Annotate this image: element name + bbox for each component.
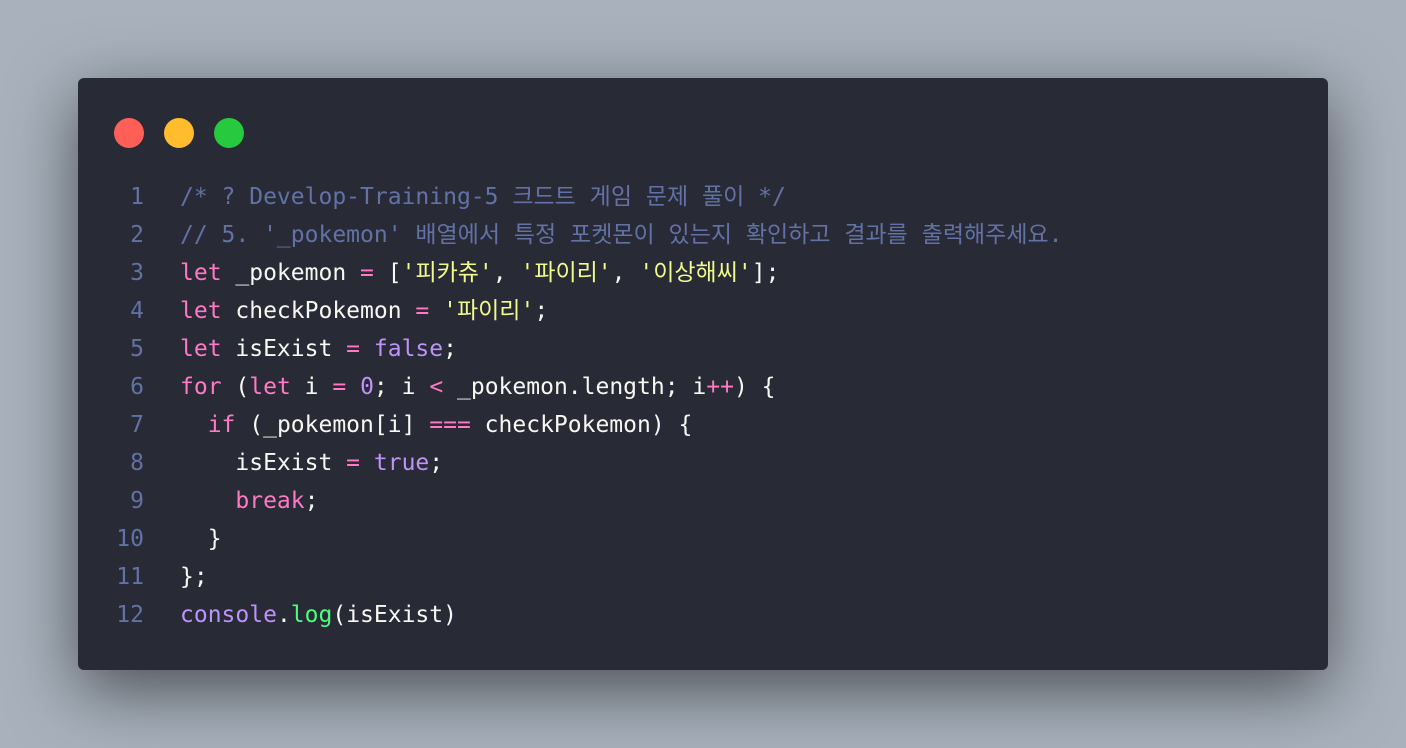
code-token: ; [534,298,549,324]
code-token: = [346,336,361,362]
line-number: 3 [130,260,144,286]
code-line: 7 if (_pokemon[i] === checkPokemon) { [78,406,1328,444]
code-token: false [373,336,444,362]
code-token: let [249,374,291,400]
code-token: let [180,260,222,286]
line-source: for (let i = 0; i < _pokemon.length; i++… [180,368,776,406]
code-token: (_pokemon[i] [235,412,430,438]
code-token: ; [304,488,319,514]
code-token: ; [443,336,457,362]
line-number: 5 [130,336,144,362]
line-source: if (_pokemon[i] === checkPokemon) { [180,406,693,444]
code-token: _pokemon.length; i [443,374,707,400]
code-line: 9 break; [78,482,1328,520]
code-line: 11}; [78,558,1328,596]
line-number: 6 [130,374,144,400]
code-token: console [180,602,277,628]
code-line: 6 for (let i = 0; i < _pokemon.length; i+… [78,368,1328,406]
line-source: let _pokemon = ['피카츄', '파이리', '이상해씨']; [180,254,779,292]
code-line: 1 /* ? Develop-Training-5 크드트 게임 문제 풀이 */ [78,178,1328,216]
code-token: checkPokemon) { [470,412,693,438]
code-token: = [346,450,361,476]
code-token: ) { [733,374,776,400]
code-token: , [611,260,640,286]
code-token: /* ? Develop-Training-5 크드트 게임 문제 풀이 */ [180,184,786,210]
code-token: ]; [751,260,780,286]
code-line: 2 // 5. '_pokemon' 배열에서 특정 포켓몬이 있는지 확인하고 … [78,216,1328,254]
line-source: console.log(isExist) [180,596,457,634]
close-dot[interactable] [114,118,144,148]
code-line: 4 let checkPokemon = '파이리'; [78,292,1328,330]
code-token: ; i [373,374,430,400]
code-token: = [332,374,347,400]
code-token: (isExist) [332,602,457,628]
code-block: 1 /* ? Develop-Training-5 크드트 게임 문제 풀이 */… [78,178,1328,634]
line-number: 2 [130,222,144,248]
code-token: '파이리' [520,260,612,286]
maximize-dot[interactable] [214,118,244,148]
code-token: break [235,488,305,514]
code-token: i [290,374,333,400]
code-token: '이상해씨' [639,260,752,286]
code-token: = [415,298,430,324]
line-number: 10 [116,526,144,552]
code-window: 1 /* ? Develop-Training-5 크드트 게임 문제 풀이 */… [78,78,1328,670]
line-source: isExist = true; [180,444,443,482]
code-token: '파이리' [443,298,535,324]
code-token: for [180,374,222,400]
code-line: 5 let isExist = false; [78,330,1328,368]
line-number: 7 [130,412,144,438]
code-token: log [290,602,333,628]
code-token: let [180,298,222,324]
code-token: _pokemon [221,260,361,286]
code-token: 0 [360,374,374,400]
code-token: }; [180,564,208,590]
code-token: ++ [706,374,734,400]
code-line: 8 isExist = true; [78,444,1328,482]
code-token: , [492,260,521,286]
code-line: 3 let _pokemon = ['피카츄', '파이리', '이상해씨']; [78,254,1328,292]
code-token: ; [429,450,444,476]
code-token: } [180,526,222,552]
line-number: 11 [116,564,144,590]
code-token: true [373,450,430,476]
code-token: = [360,260,374,286]
code-token: . [276,602,291,628]
code-token: isExist [180,450,347,476]
code-token: [ [373,260,402,286]
code-token: === [429,412,471,438]
line-source: break; [180,482,319,520]
code-token: if [207,412,236,438]
line-source: let isExist = false; [180,330,457,368]
code-line: 10 } [78,520,1328,558]
line-number: 9 [130,488,144,514]
code-line: 12 console.log(isExist) [78,596,1328,634]
code-token: let [180,336,222,362]
line-number: 4 [130,298,144,324]
line-number: 1 [130,184,144,210]
line-number: 12 [116,602,144,628]
code-token: ( [221,374,250,400]
line-source: /* ? Develop-Training-5 크드트 게임 문제 풀이 */ [180,178,786,216]
line-number: 8 [130,450,144,476]
line-source: } [180,520,222,558]
minimize-dot[interactable] [164,118,194,148]
code-token: // 5. '_pokemon' 배열에서 특정 포켓몬이 있는지 확인하고 결… [180,222,1063,248]
code-token: checkPokemon [221,298,416,324]
code-token: '피카츄' [401,260,493,286]
code-token: isExist [221,336,347,362]
line-source: let checkPokemon = '파이리'; [180,292,548,330]
line-source: // 5. '_pokemon' 배열에서 특정 포켓몬이 있는지 확인하고 결… [180,216,1063,254]
code-token: < [429,374,444,400]
line-source: }; [180,558,208,596]
